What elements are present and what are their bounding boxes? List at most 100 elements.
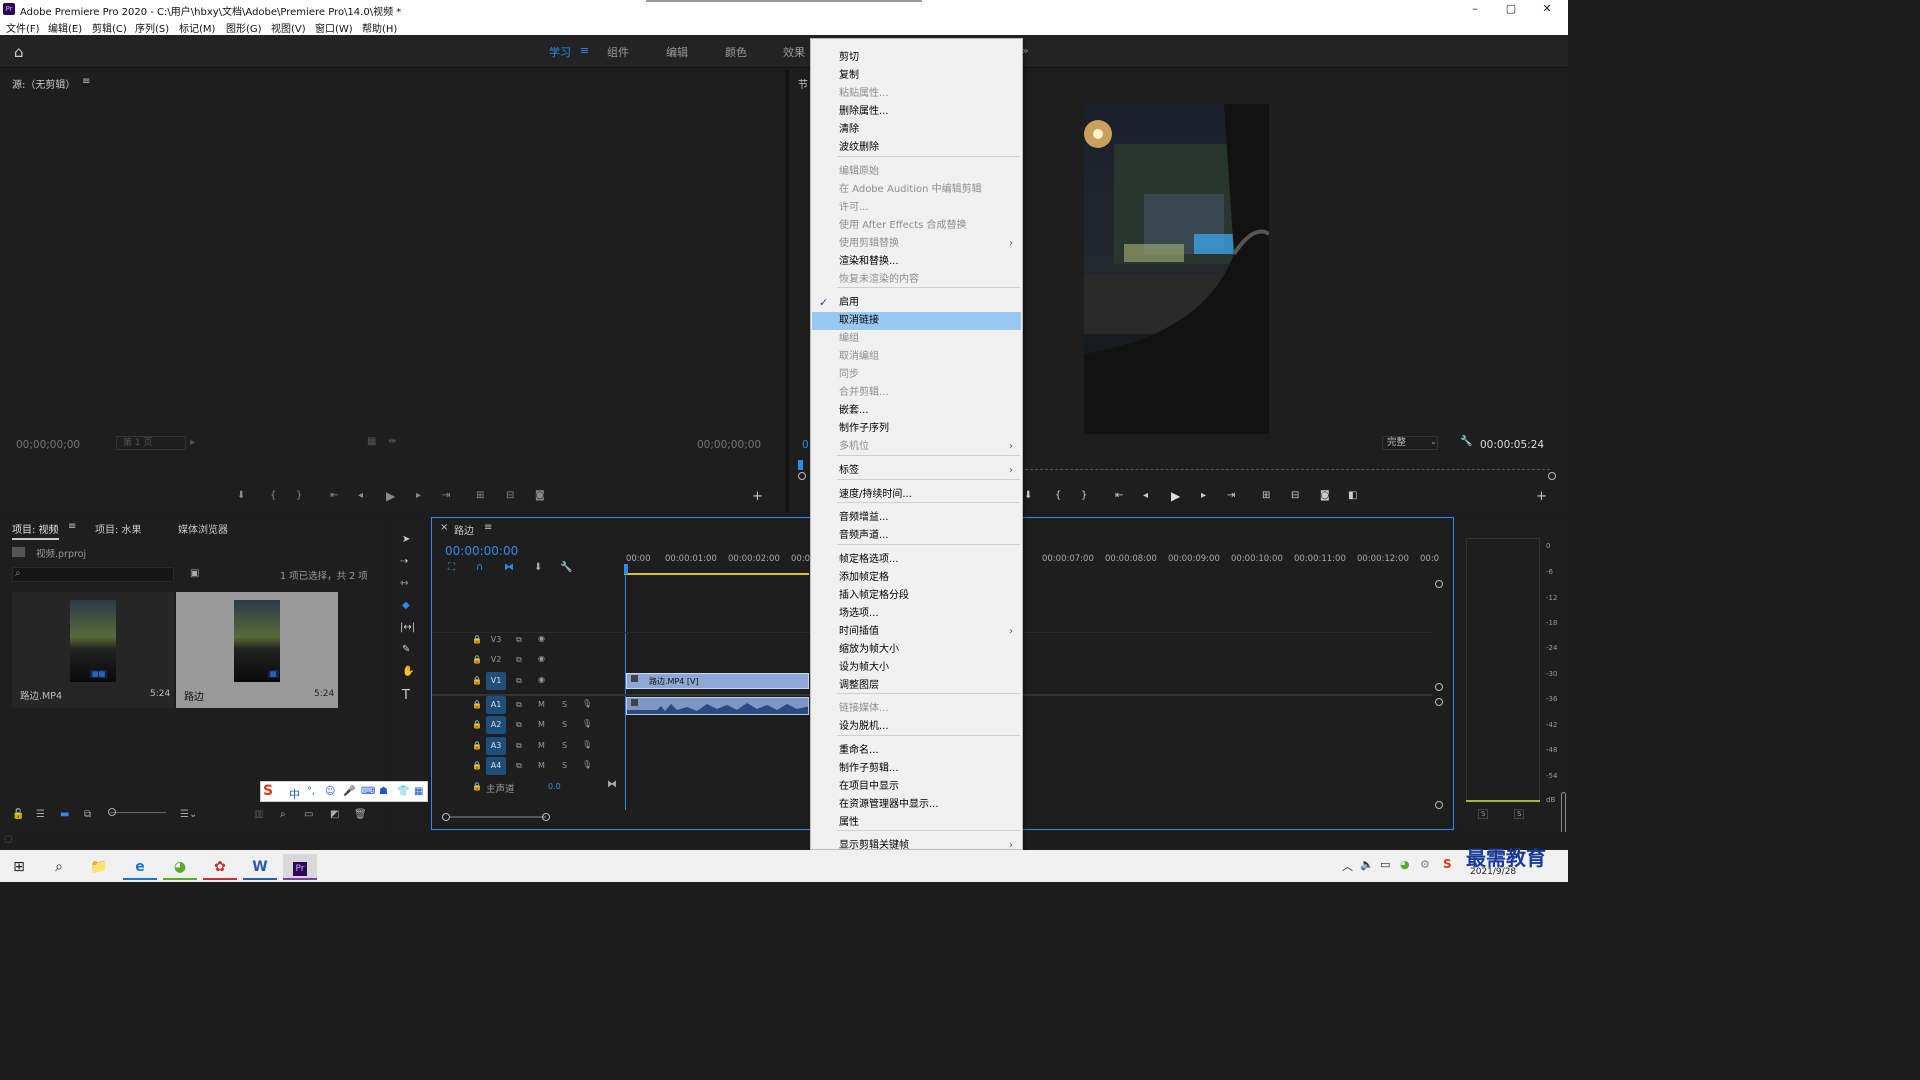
- program-step-back-icon[interactable]: ◂: [1143, 490, 1148, 501]
- program-video-frame[interactable]: [1084, 104, 1269, 434]
- track-mute[interactable]: M: [538, 720, 545, 729]
- track-sync-icon[interactable]: ⧉: [516, 700, 522, 710]
- timeline-menu-icon[interactable]: ≡: [484, 522, 492, 533]
- edge-browser-icon[interactable]: e: [123, 854, 157, 880]
- premiere-taskbar-icon[interactable]: Pr: [283, 854, 317, 880]
- source-settings-icon[interactable]: ▦: [367, 436, 376, 447]
- context-menu-item[interactable]: 添加帧定格: [812, 569, 1021, 587]
- type-tool-icon[interactable]: T: [402, 688, 410, 703]
- workspace-menu-icon[interactable]: ≡: [580, 44, 589, 57]
- track-sync-icon[interactable]: ⧉: [516, 720, 522, 730]
- track-select-tool-icon[interactable]: ⇢: [400, 556, 408, 567]
- source-drag-icon[interactable]: ⇹: [388, 436, 396, 447]
- track-lock-icon[interactable]: 🔒: [472, 676, 482, 685]
- quality-chevron-icon[interactable]: ⌄: [1430, 437, 1437, 446]
- workspace-color[interactable]: 颜色: [725, 44, 747, 60]
- program-export-frame-icon[interactable]: ◙: [1320, 490, 1330, 501]
- program-time-ruler[interactable]: [1020, 464, 1550, 470]
- app-green-icon[interactable]: ◕: [163, 854, 197, 880]
- context-menu-item[interactable]: 渲染和替换...: [812, 253, 1021, 271]
- context-menu-item[interactable]: 复制: [812, 67, 1021, 85]
- program-go-out-icon[interactable]: ⇥: [1227, 490, 1235, 501]
- meter-solo-right[interactable]: S: [1514, 809, 1525, 819]
- track-label[interactable]: A1: [486, 696, 506, 714]
- a-scroll-bottom[interactable]: [1435, 801, 1443, 809]
- zoom-slider-handle[interactable]: [108, 808, 116, 816]
- app-red-icon[interactable]: ✿: [203, 854, 237, 880]
- context-menu-item[interactable]: 缩放为帧大小: [812, 641, 1021, 659]
- workspace-components[interactable]: 组件: [607, 44, 629, 60]
- context-menu-item[interactable]: 音频声道...: [812, 527, 1021, 545]
- source-menu-icon[interactable]: ≡: [82, 76, 90, 87]
- zoom-slider[interactable]: [110, 812, 166, 813]
- bin-icon[interactable]: ▭: [304, 809, 313, 820]
- menu-window[interactable]: 窗口(W): [315, 20, 353, 35]
- track-label[interactable]: A4: [486, 757, 506, 775]
- sort-icon[interactable]: ☰⌄: [180, 809, 197, 820]
- timeline-tab[interactable]: 路边: [454, 522, 474, 537]
- track-lock-icon[interactable]: 🔒: [472, 761, 482, 770]
- master-volume[interactable]: 0.0: [548, 782, 561, 791]
- program-scroll-handle[interactable]: [1548, 472, 1556, 480]
- program-mark-out-icon[interactable]: }: [1081, 490, 1087, 501]
- project-item-clip[interactable]: ▦▦ 路边.MP4 5:24: [12, 592, 174, 708]
- program-go-in-icon[interactable]: ⇤: [1115, 490, 1123, 501]
- program-scroll-handle-left[interactable]: [798, 472, 806, 480]
- h-scroll-right[interactable]: [542, 813, 550, 821]
- ime-punct-icon[interactable]: °,: [307, 786, 315, 797]
- program-play-icon[interactable]: ▶: [1171, 489, 1180, 503]
- project-tab-media-browser[interactable]: 媒体浏览器: [178, 521, 228, 536]
- program-add-button-icon[interactable]: +: [1536, 489, 1547, 504]
- ime-user-icon[interactable]: ☗: [379, 786, 388, 797]
- track-lock-icon[interactable]: 🔒: [472, 700, 482, 709]
- track-lock-icon[interactable]: 🔒: [472, 720, 482, 729]
- context-menu-item[interactable]: 插入帧定格分段: [812, 587, 1021, 605]
- source-go-out-icon[interactable]: ⇥: [442, 490, 450, 501]
- timeline-settings-wrench-icon[interactable]: 🔧: [560, 562, 572, 573]
- track-sync-icon[interactable]: ⧉: [516, 655, 522, 665]
- ime-menu-icon[interactable]: ▦: [414, 786, 423, 797]
- context-menu-item[interactable]: 清除: [812, 121, 1021, 139]
- track-label[interactable]: V3: [486, 631, 506, 649]
- meter-solo-left[interactable]: S: [1478, 809, 1489, 819]
- menu-graphics[interactable]: 图形(G): [226, 20, 262, 35]
- slip-tool-icon[interactable]: |↔|: [400, 622, 415, 633]
- audio-clip[interactable]: [626, 697, 809, 715]
- find-icon[interactable]: ⌕: [280, 809, 286, 820]
- program-marker-icon[interactable]: ⬇: [1024, 490, 1032, 501]
- source-export-frame-icon[interactable]: ◙: [535, 490, 545, 501]
- context-menu-item[interactable]: 取消链接: [812, 312, 1021, 330]
- context-menu-item[interactable]: 嵌套...: [812, 402, 1021, 420]
- tray-chevron-icon[interactable]: ︿: [1342, 858, 1353, 874]
- track-solo[interactable]: S: [562, 720, 567, 729]
- program-extract-icon[interactable]: ⊟: [1291, 490, 1299, 501]
- a-scroll-top[interactable]: [1435, 698, 1443, 706]
- context-menu-item[interactable]: 设为帧大小: [812, 659, 1021, 677]
- workspace-edit[interactable]: 编辑: [666, 44, 688, 60]
- context-menu-item[interactable]: 音频增益...: [812, 509, 1021, 527]
- selection-tool-icon[interactable]: ➤: [402, 534, 410, 545]
- video-clip[interactable]: 路边.MP4 [V]: [626, 673, 809, 689]
- track-mic-icon[interactable]: 🎙: [582, 719, 592, 728]
- context-menu-item[interactable]: 在项目中显示: [812, 778, 1021, 796]
- search-taskbar-icon[interactable]: ⌕: [42, 854, 76, 880]
- context-menu-item[interactable]: 剪切: [812, 49, 1021, 67]
- menu-file[interactable]: 文件(F): [6, 20, 40, 35]
- automate-icon[interactable]: ▥: [254, 809, 263, 820]
- track-mute[interactable]: M: [538, 741, 545, 750]
- track-label[interactable]: A2: [486, 716, 506, 734]
- track-lock-icon[interactable]: 🔒: [472, 741, 482, 750]
- context-menu-item[interactable]: 重命名...: [812, 742, 1021, 760]
- track-solo[interactable]: S: [562, 700, 567, 709]
- context-menu-item[interactable]: 标签 ›: [812, 462, 1021, 480]
- track-solo[interactable]: S: [562, 761, 567, 770]
- linked-selection-icon[interactable]: ⧓: [504, 562, 514, 573]
- home-icon[interactable]: ⌂: [14, 43, 24, 61]
- tray-app-icon[interactable]: ◕: [1400, 858, 1410, 871]
- ime-voice-icon[interactable]: 🎤: [343, 786, 355, 797]
- track-eye-icon[interactable]: ◉: [538, 634, 545, 643]
- menu-view[interactable]: 视图(V): [271, 20, 306, 35]
- h-scroll-left[interactable]: [442, 813, 450, 821]
- ripple-tool-icon[interactable]: ⇿: [400, 578, 408, 589]
- razor-tool-icon[interactable]: ◆: [402, 600, 410, 611]
